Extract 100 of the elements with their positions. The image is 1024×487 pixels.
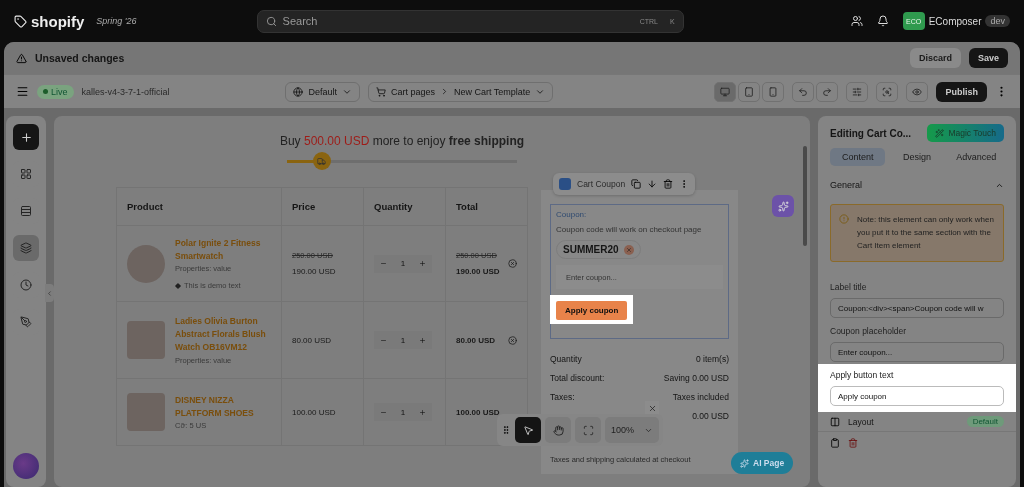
unsaved-message: Unsaved changes [35, 52, 125, 64]
input-field[interactable]: Apply coupon [830, 386, 1004, 407]
element-title: Cart Coupon [577, 179, 626, 189]
diamond-icon [175, 282, 181, 289]
photo-placeholder [127, 244, 165, 283]
column-header: Product [116, 187, 282, 226]
column-header: Quantity [363, 187, 446, 226]
panel-tab[interactable]: Advanced [948, 148, 1004, 166]
quantity-stepper[interactable]: 1 [374, 331, 432, 349]
minus-icon [380, 260, 387, 267]
ai-page-button[interactable]: AI Page [731, 452, 794, 474]
language-select[interactable]: Default [285, 81, 360, 102]
scan-search-icon [882, 86, 893, 97]
drag-handle-icon[interactable] [501, 425, 511, 435]
layers-button[interactable] [13, 235, 39, 261]
add-button[interactable] [13, 124, 39, 150]
edition-label: Spring '26 [96, 16, 137, 26]
remove-icon[interactable] [508, 335, 517, 345]
total: 190.00 USD [456, 267, 500, 276]
input-field[interactable]: Enter coupon... [830, 342, 1004, 363]
clock-icon [20, 279, 32, 291]
inspect-button[interactable] [876, 81, 899, 102]
users-icon[interactable] [850, 15, 863, 27]
apply-coupon-button[interactable]: Apply coupon [556, 301, 628, 320]
delete-icon[interactable] [663, 179, 674, 189]
notification-icon[interactable] [876, 15, 889, 27]
desktop-view-button[interactable] [714, 81, 737, 102]
shopify-logo: shopify [14, 12, 85, 30]
field-label: Coupon placeholder [830, 326, 908, 337]
summary-value: 0.00 USD [692, 411, 729, 421]
fit-tool[interactable] [575, 417, 601, 443]
panel-tab[interactable]: Design [889, 148, 945, 166]
quantity-stepper[interactable]: 1 [374, 403, 432, 421]
rows-icon [20, 205, 32, 217]
section-header[interactable]: General [818, 172, 1016, 198]
store-badge: dev [985, 15, 1010, 27]
mobile-view-button[interactable] [762, 81, 785, 102]
summary-label: Quantity [550, 354, 582, 364]
collapse-handle[interactable] [45, 284, 54, 302]
store-name: EComposer [928, 15, 982, 27]
sparkle-icon [740, 458, 749, 468]
duplicate-icon[interactable] [631, 179, 642, 189]
search-placeholder: Search [282, 15, 318, 27]
plus-icon [419, 408, 426, 416]
coupon-label: Coupon: [556, 210, 588, 219]
pen-icon [20, 316, 32, 328]
info-icon [839, 214, 849, 224]
price: 80.00 USD [292, 335, 332, 345]
summary-value: Taxes included [672, 392, 729, 402]
grid-icon [20, 168, 32, 180]
panel-title: Editing Cart Co... [830, 127, 912, 139]
move-down-icon[interactable] [647, 179, 658, 189]
pointer-tool[interactable] [515, 417, 541, 443]
publish-button[interactable]: Publish [936, 81, 987, 102]
preview-button[interactable] [906, 81, 929, 102]
delete-icon[interactable] [848, 438, 858, 449]
phone-icon [768, 86, 779, 97]
quantity-stepper[interactable]: 1 [374, 254, 432, 273]
wand-icon [935, 128, 945, 138]
chevron-left-icon [46, 289, 53, 297]
redo-button[interactable] [816, 81, 839, 102]
layout-icon [830, 416, 840, 427]
pointer-icon [522, 424, 534, 436]
clipboard-icon[interactable] [830, 438, 840, 449]
theme-name: kalles-v4-3-7-1-official [81, 86, 170, 97]
page-breadcrumb[interactable]: Cart pages New Cart Template [367, 81, 554, 102]
photo-placeholder [127, 393, 165, 431]
layers-icon [20, 242, 32, 254]
magic-touch-button[interactable]: Magic Touch [927, 124, 1004, 142]
sparkle-icon [777, 200, 789, 212]
warning-icon [16, 52, 27, 64]
hand-tool[interactable] [545, 417, 571, 443]
sliders-button[interactable] [846, 81, 869, 102]
eye-icon [912, 86, 923, 97]
tablet-icon [744, 86, 755, 97]
cart-icon [375, 86, 386, 97]
total: 80.00 USD [456, 335, 496, 345]
close-button[interactable] [645, 401, 659, 415]
menu-icon[interactable] [16, 85, 29, 98]
element-icon [559, 178, 571, 190]
live-badge: Live [37, 84, 74, 99]
save-button[interactable]: Save [968, 48, 1008, 68]
input-field[interactable]: Coupon:<div><span>Coupon code will w [830, 298, 1004, 319]
discard-button[interactable]: Discard [909, 48, 961, 68]
remove-icon[interactable] [508, 259, 517, 268]
panel-tab[interactable]: Content [830, 148, 886, 166]
total: 100.00 USD [456, 407, 500, 417]
assistant-orb[interactable] [13, 453, 39, 479]
search-icon [265, 15, 277, 27]
layout-label: Layout [848, 416, 874, 427]
undo-button[interactable] [792, 81, 815, 102]
hand-icon [552, 424, 564, 436]
column-header: Price [281, 187, 364, 226]
zoom-select[interactable]: 100% [605, 417, 660, 443]
coupon-description: Coupon code will work on checkout page [556, 225, 703, 234]
column-header: Total [445, 187, 528, 226]
sparkle-button[interactable] [772, 195, 794, 217]
tablet-view-button[interactable] [738, 81, 761, 102]
remove-icon[interactable] [623, 244, 634, 255]
plus-icon [419, 336, 426, 344]
